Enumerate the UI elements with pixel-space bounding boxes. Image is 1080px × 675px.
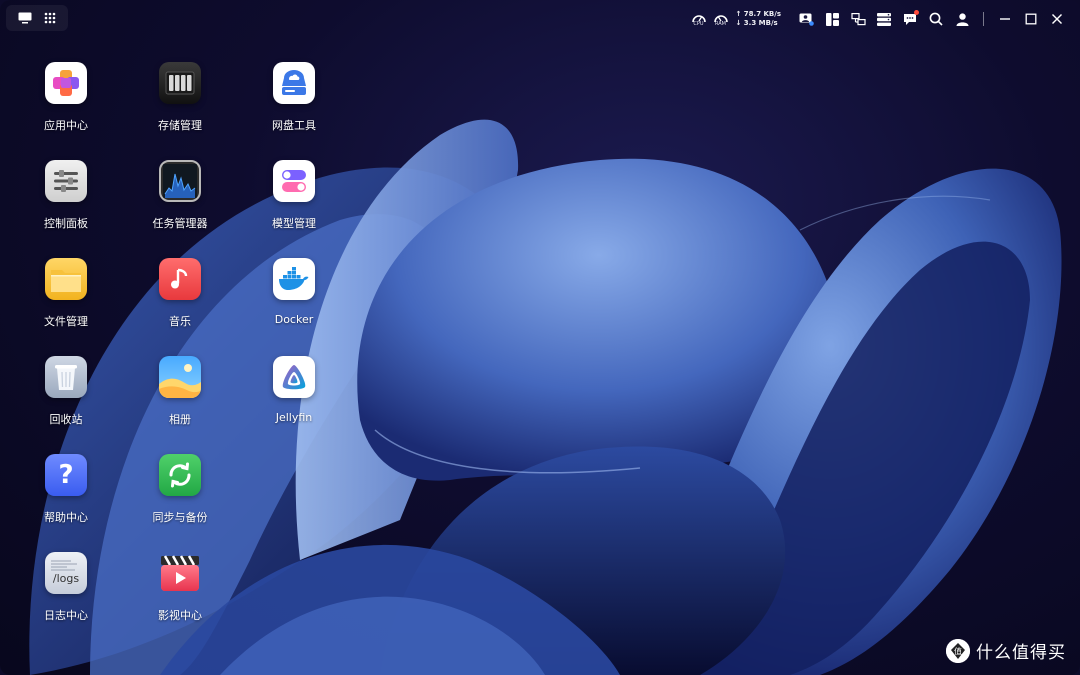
log-center-icon: /logs — [45, 552, 87, 594]
control-panel[interactable]: 控制面板 — [16, 160, 116, 231]
model-manager[interactable]: 模型管理 — [244, 160, 344, 231]
widgets-icon[interactable] — [819, 7, 845, 31]
music[interactable]: 音乐 — [130, 258, 230, 329]
control-panel-icon — [45, 160, 87, 202]
watermark-badge-text: 值 — [954, 646, 962, 656]
docker[interactable]: Docker — [244, 258, 344, 326]
user-session-icon[interactable] — [793, 7, 819, 31]
minimize-icon[interactable] — [992, 7, 1018, 31]
download-speed: ↓ 3.3 MB/s — [735, 19, 778, 27]
storage-manager[interactable]: 存储管理 — [130, 62, 230, 133]
search-icon[interactable] — [923, 7, 949, 31]
question-mark: ? — [58, 460, 74, 490]
docker-label: Docker — [274, 313, 314, 326]
jellyfin-icon — [273, 356, 315, 398]
app-center-label: 应用中心 — [44, 119, 88, 132]
docker-icon — [273, 258, 315, 300]
maximize-icon[interactable] — [1018, 7, 1044, 31]
photos[interactable]: 相册 — [130, 356, 230, 427]
jellyfin-label: Jellyfin — [275, 411, 313, 424]
help-center-label: 帮助中心 — [44, 511, 88, 524]
cpu-label: CPU — [693, 20, 704, 27]
ram-label: RAM — [714, 20, 726, 27]
account-icon[interactable] — [949, 7, 975, 31]
messages-icon[interactable] — [897, 7, 923, 31]
task-manager-label: 任务管理器 — [152, 217, 208, 230]
network-speed[interactable]: ↑ 78.7 KB/s ↓ 3.3 MB/s — [736, 10, 782, 28]
storage-manager-icon — [159, 62, 201, 104]
sync-backup[interactable]: 同步与备份 — [130, 454, 230, 525]
model-manager-icon — [273, 160, 315, 202]
control-panel-label: 控制面板 — [44, 217, 88, 230]
task-manager[interactable]: 任务管理器 — [130, 160, 230, 231]
task-manager-icon — [159, 160, 201, 202]
cloud-drive-tool[interactable]: 网盘工具 — [244, 62, 344, 133]
storage-manager-label: 存储管理 — [158, 119, 202, 132]
show-desktop-icon[interactable] — [15, 6, 35, 30]
watermark-text: 什么值得买 — [976, 643, 1066, 663]
file-manager-icon — [45, 258, 87, 300]
sync-backup-label: 同步与备份 — [152, 511, 208, 524]
watermark: 值 什么值得买 — [946, 638, 1066, 663]
video-center-icon — [159, 552, 201, 594]
help-center[interactable]: ? 帮助中心 — [16, 454, 116, 525]
video-center-label: 影视中心 — [158, 609, 202, 622]
recycle-bin[interactable]: 回收站 — [16, 356, 116, 427]
log-center[interactable]: /logs 日志中心 — [16, 552, 116, 623]
notification-dot — [914, 10, 919, 15]
cloud-drive-tool-icon — [273, 62, 315, 104]
close-icon[interactable] — [1044, 7, 1070, 31]
help-center-icon: ? — [45, 454, 87, 496]
file-manager[interactable]: 文件管理 — [16, 258, 116, 329]
jellyfin[interactable]: Jellyfin — [244, 356, 344, 424]
app-center-icon — [45, 62, 87, 104]
recycle-bin-label: 回收站 — [49, 413, 83, 426]
desktop: CPU RAM ↑ 78.7 KB/s ↓ 3.3 MB/s 应用中心 存储管理… — [0, 0, 1080, 675]
app-center[interactable]: 应用中心 — [16, 62, 116, 133]
watermark-badge-icon: 值 — [946, 638, 970, 663]
photos-label: 相册 — [169, 413, 191, 426]
music-label: 音乐 — [169, 315, 191, 328]
music-icon — [159, 258, 201, 300]
model-manager-label: 模型管理 — [272, 217, 316, 230]
file-manager-label: 文件管理 — [44, 315, 88, 328]
storage-status-icon[interactable] — [871, 7, 897, 31]
separator — [983, 12, 984, 26]
cloud-drive-tool-label: 网盘工具 — [272, 119, 316, 132]
upload-speed: ↑ 78.7 KB/s — [735, 10, 782, 18]
photos-icon — [159, 356, 201, 398]
sync-backup-icon — [159, 454, 201, 496]
top-left-controls — [6, 5, 68, 31]
log-center-icon-text: /logs — [52, 572, 80, 585]
app-launcher-icon[interactable] — [40, 6, 60, 30]
recycle-bin-icon — [45, 356, 87, 398]
video-center[interactable]: 影视中心 — [130, 552, 230, 623]
network-icon[interactable] — [845, 7, 871, 31]
cpu-gauge[interactable]: CPU — [688, 12, 710, 27]
ram-gauge[interactable]: RAM — [710, 12, 732, 27]
log-center-label: 日志中心 — [44, 609, 88, 622]
status-bar: CPU RAM ↑ 78.7 KB/s ↓ 3.3 MB/s — [688, 6, 1071, 32]
